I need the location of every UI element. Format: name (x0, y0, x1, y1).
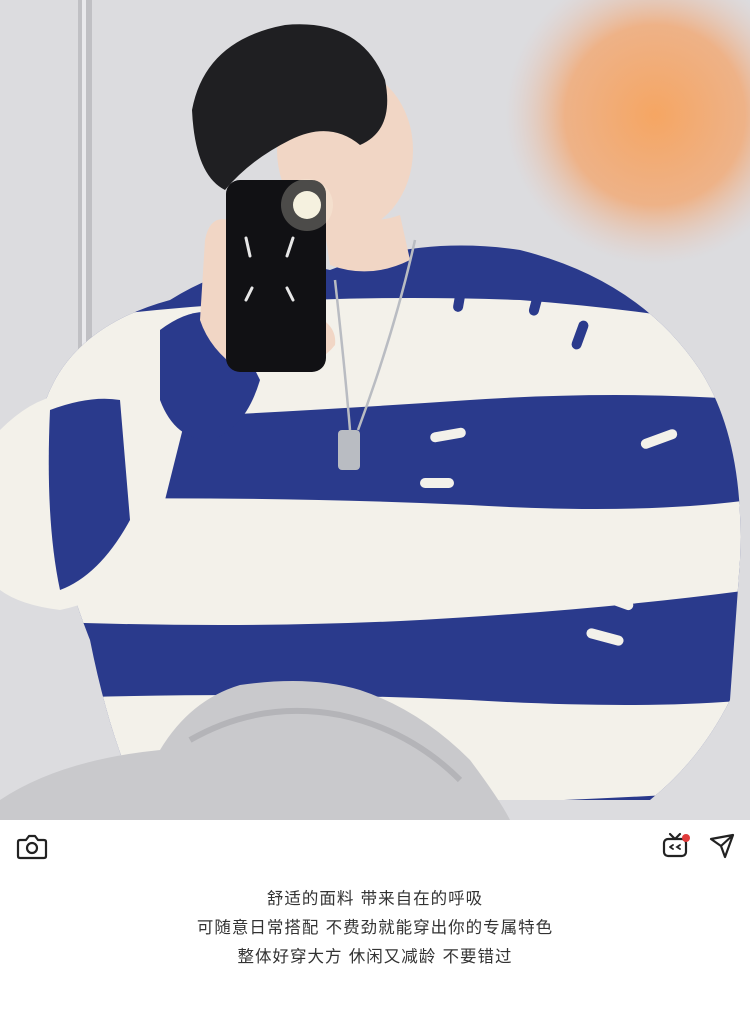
camera-icon[interactable] (12, 826, 52, 866)
tv-icon[interactable] (656, 826, 696, 866)
send-icon[interactable] (702, 826, 742, 866)
caption-line-2: 可随意日常搭配 不费劲就能穿出你的专属特色 (196, 918, 554, 937)
image-toolbar (0, 820, 750, 872)
caption-line-1: 舒适的面料 带来自在的呼吸 (266, 889, 484, 908)
necklace-pendant (338, 430, 360, 470)
product-caption: 舒适的面料 带来自在的呼吸 可随意日常搭配 不费劲就能穿出你的专属特色 整体好穿… (0, 884, 750, 971)
photo-illustration (0, 0, 750, 820)
caption-line-3: 整体好穿大方 休闲又减龄 不要错过 (237, 947, 513, 966)
product-photo (0, 0, 750, 820)
